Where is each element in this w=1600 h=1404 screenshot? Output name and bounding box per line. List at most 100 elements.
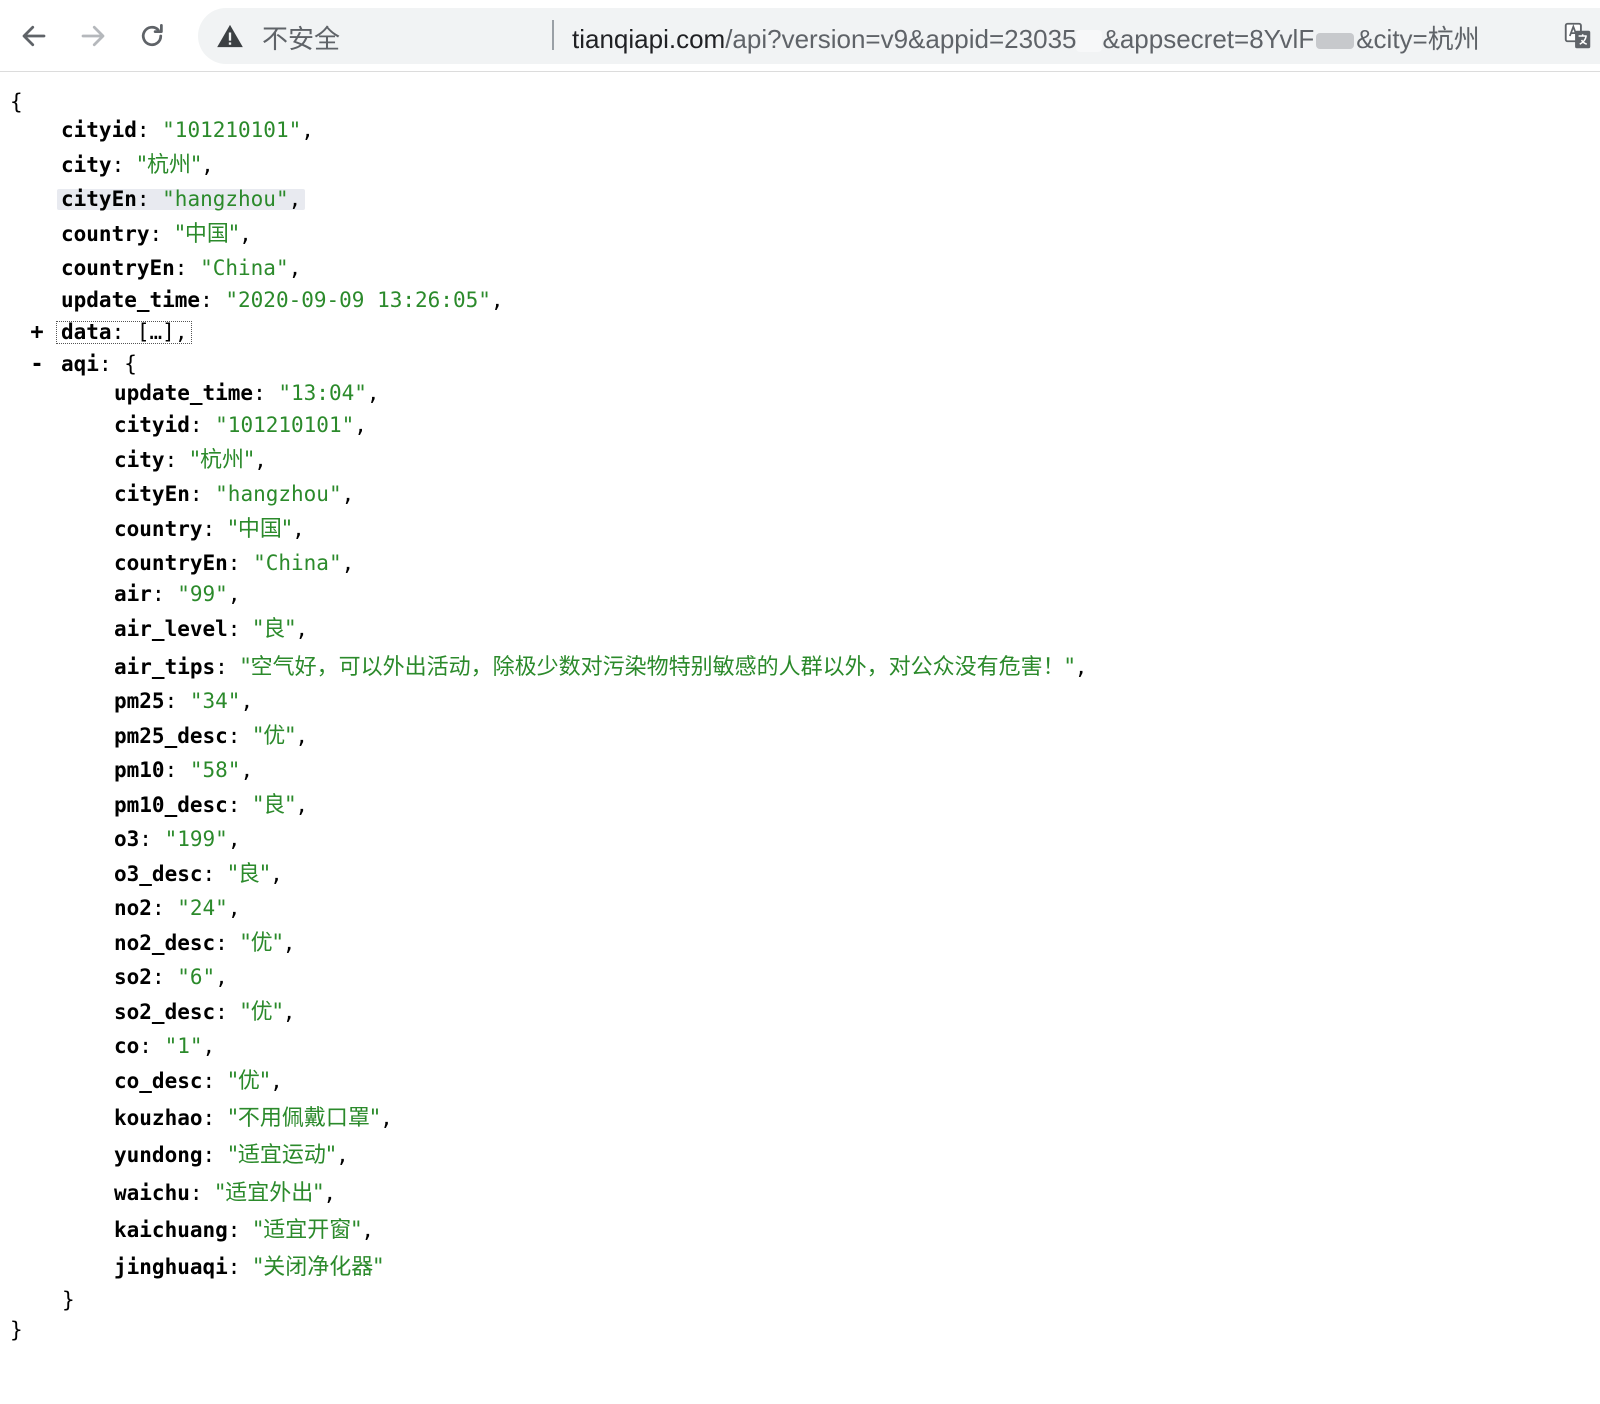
json-value: "良": [253, 616, 296, 642]
json-value: "China": [253, 550, 342, 575]
json-viewer: { cityid: "101210101", city: "杭州", cityEn:…: [0, 72, 1600, 1404]
json-row: cityid: "101210101",: [114, 412, 367, 437]
json-row: update_time: "13:04",: [114, 380, 380, 405]
json-key: kouzhao: [114, 1105, 203, 1130]
json-value: "中国": [227, 516, 293, 542]
browser-toolbar: 不安全 tianqiapi.com/api?version=v9&appid=2…: [0, 0, 1600, 72]
json-row: jinghuaqi: "关闭净化器": [114, 1254, 384, 1280]
json-node-aqi[interactable]: aqi: {: [61, 349, 137, 379]
expand-toggle-data[interactable]: +: [27, 317, 47, 347]
json-key: cityid: [114, 412, 190, 437]
json-key: pm10: [114, 757, 165, 782]
json-key: pm25_desc: [114, 723, 228, 748]
json-key: co: [114, 1033, 140, 1058]
json-row: so2: "6",: [114, 964, 228, 989]
json-row: o3_desc: "良",: [114, 861, 283, 887]
json-row: cityEn: "hangzhou",: [57, 184, 306, 214]
json-row: no2_desc: "优",: [114, 930, 296, 956]
reload-button[interactable]: [128, 12, 176, 60]
json-key: air_tips: [114, 654, 216, 679]
json-value: "优": [253, 723, 296, 749]
json-key: aqi: [61, 351, 99, 376]
json-row: waichu: "适宜外出",: [114, 1180, 337, 1206]
json-value: "空气好，可以外出活动，除极少数对污染物特别敏感的人群以外，对公众没有危害！": [240, 654, 1075, 680]
url-appid: /api?version=v9&appid=23035: [725, 24, 1077, 54]
warning-icon[interactable]: [216, 22, 244, 50]
aqi-close-brace: }: [62, 1287, 75, 1312]
json-key: no2: [114, 895, 152, 920]
collapse-toggle-aqi[interactable]: -: [27, 349, 47, 379]
json-value: "hangzhou": [162, 186, 289, 211]
json-key: city: [61, 152, 112, 177]
json-key: countryEn: [114, 550, 228, 575]
collapsed-array: […]: [136, 319, 175, 344]
security-label[interactable]: 不安全: [262, 19, 340, 56]
json-value: "24": [177, 895, 228, 920]
json-key: so2_desc: [114, 999, 216, 1024]
json-node-data[interactable]: data: […],: [56, 317, 193, 347]
json-value: "hangzhou": [215, 481, 342, 506]
json-key: no2_desc: [114, 930, 216, 955]
json-key: update_time: [61, 287, 201, 312]
json-key: yundong: [114, 1142, 203, 1167]
json-value: "良": [253, 792, 296, 818]
json-key: pm25: [114, 688, 165, 713]
json-value: "良": [227, 861, 271, 887]
json-value: "199": [164, 826, 228, 851]
json-key: air: [114, 581, 152, 606]
back-button[interactable]: [10, 12, 58, 60]
url-host: tianqiapi.com: [572, 24, 726, 54]
json-value: "优": [227, 1068, 271, 1094]
json-key: country: [114, 516, 203, 541]
json-value: "101210101": [215, 412, 355, 437]
json-key: pm10_desc: [114, 792, 228, 817]
json-key: update_time: [114, 380, 254, 405]
json-row: country: "中国",: [61, 221, 252, 247]
json-row: air_tips: "空气好，可以外出活动，除极少数对污染物特别敏感的人群以外，…: [114, 654, 1088, 680]
json-row: air_level: "良",: [114, 616, 308, 642]
json-row: countryEn: "China",: [61, 255, 302, 280]
json-close-brace: }: [10, 1317, 23, 1342]
json-row: city: "杭州",: [61, 152, 214, 178]
forward-button[interactable]: [69, 12, 117, 60]
json-key: country: [61, 221, 150, 246]
json-row: o3: "199",: [114, 826, 241, 851]
json-row: pm10: "58",: [114, 757, 254, 782]
json-row: air: "99",: [114, 581, 241, 606]
arrow-right-icon: [81, 25, 105, 47]
json-value: "杭州": [136, 152, 202, 178]
json-row: pm10_desc: "良",: [114, 792, 308, 818]
json-key: co_desc: [114, 1068, 203, 1093]
json-value: "适宜开窗": [253, 1217, 362, 1243]
json-row: pm25_desc: "优",: [114, 723, 308, 749]
json-value: "13:04": [278, 380, 367, 405]
address-bar[interactable]: 不安全 tianqiapi.com/api?version=v9&appid=2…: [198, 8, 1600, 64]
url-appsecret: &appsecret=8YvlF: [1102, 24, 1315, 54]
json-key: city: [114, 447, 165, 472]
json-value: "优": [240, 930, 283, 956]
json-row: yundong: "适宜运动",: [114, 1142, 349, 1168]
json-value: "34": [189, 688, 241, 713]
json-row: cityid: "101210101",: [61, 117, 314, 142]
address-divider: [552, 20, 554, 50]
json-value: "不用佩戴口罩": [227, 1105, 381, 1131]
translate-icon[interactable]: [1564, 22, 1592, 50]
redacted-mask: [1316, 33, 1355, 50]
json-value: "China": [200, 255, 289, 280]
json-row: kaichuang: "适宜开窗",: [114, 1217, 374, 1243]
json-key: cityEn: [61, 186, 137, 211]
reload-icon: [141, 24, 163, 47]
json-row: countryEn: "China",: [114, 550, 355, 575]
url-text[interactable]: tianqiapi.com/api?version=v9&appid=23035…: [572, 19, 1480, 56]
json-row: cityEn: "hangzhou",: [114, 481, 355, 506]
arrow-left-icon: [22, 25, 46, 47]
json-key: o3: [114, 826, 140, 851]
json-key: so2: [114, 964, 152, 989]
json-row: so2_desc: "优",: [114, 999, 296, 1025]
json-value: "适宜运动": [227, 1142, 337, 1168]
url-city: &city=杭州: [1356, 24, 1480, 54]
json-key: waichu: [114, 1180, 190, 1205]
json-value: "101210101": [162, 117, 302, 142]
json-value: "2020-09-09 13:26:05": [225, 287, 491, 312]
json-row: co_desc: "优",: [114, 1068, 283, 1094]
